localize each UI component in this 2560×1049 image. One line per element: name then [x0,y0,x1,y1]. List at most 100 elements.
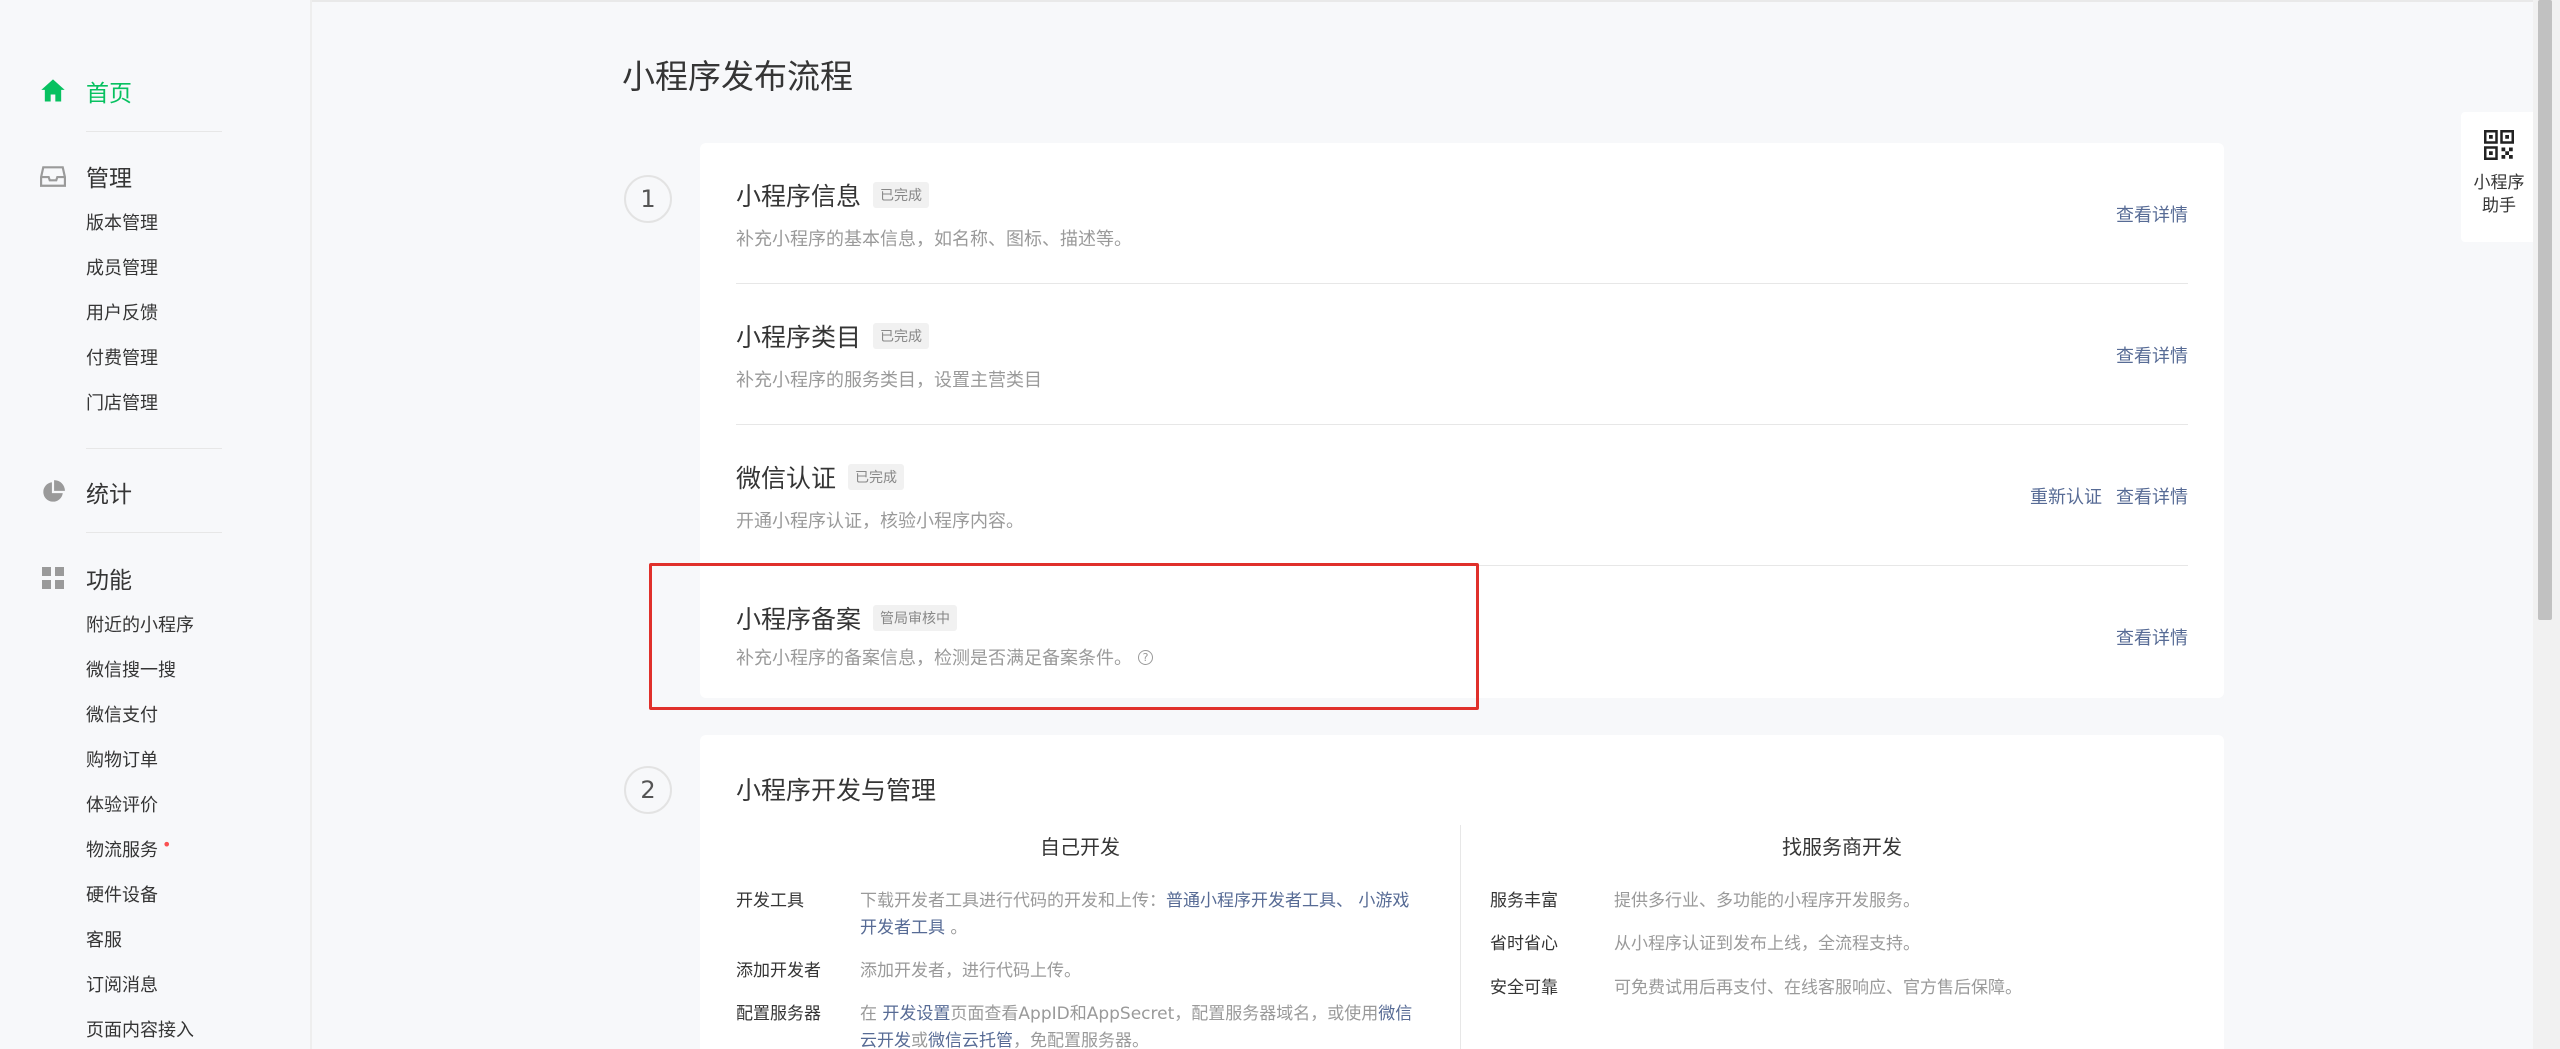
scrollbar-thumb[interactable] [2538,0,2552,620]
sidebar-item-payment[interactable]: 付费管理 [86,336,312,381]
status-badge: 已完成 [873,323,930,349]
row-description: 补充小程序的备案信息，检测是否满足备案条件。 ? [736,644,1153,670]
sidebar-item-features[interactable]: 功能 [0,553,312,603]
sidebar-divider [86,131,222,132]
kv-dev-tools: 开发工具 下载开发者工具进行代码的开发和上传：普通小程序开发者工具、 小游戏 开发… [736,888,1436,942]
sidebar-item-reviews[interactable]: 体验评价 [86,783,312,828]
sidebar-item-wxpay[interactable]: 微信支付 [86,693,312,738]
sidebar-item-nearby[interactable]: 附近的小程序 [86,603,312,648]
dev-settings-link[interactable]: 开发设置 [882,1004,950,1024]
view-details-link[interactable]: 查看详情 [2116,624,2188,650]
kv-key: 配置服务器 [736,1004,821,1024]
kv-value: 提供多行业、多功能的小程序开发服务。 [1614,891,1920,911]
kv-text: ，免配置服务器。 [1013,1031,1149,1049]
kv-key: 省时省心 [1490,934,1558,954]
kv-server-config: 配置服务器 在 开发设置页面查看AppID和AppSecret，配置服务器域名，… [736,1001,1436,1049]
row-title: 微信认证 已完成 [736,459,905,495]
step-row-verification: 微信认证 已完成 开通小程序认证，核验小程序内容。 重新认证 查看详情 [736,425,2188,566]
sidebar-item-content[interactable]: 页面内容接入 [86,1008,312,1049]
top-border [0,0,2533,2]
nav-stats: 统计 [0,467,312,517]
cloud-dev-link-cont[interactable]: 云开发 [860,1031,911,1049]
sidebar-item-logistics[interactable]: 物流服务 • [86,828,312,873]
reverify-link[interactable]: 重新认证 [2030,483,2102,509]
step-number: 2 [624,766,672,814]
sidebar-item-subscribe[interactable]: 订阅消息 [86,963,312,1008]
sidebar-item-search[interactable]: 微信搜一搜 [86,648,312,693]
view-details-link[interactable]: 查看详情 [2116,201,2188,227]
sidebar-item-label: 首页 [86,81,132,107]
provider-dev-heading: 找服务商开发 [1782,835,1902,859]
kv-add-dev: 添加开发者 添加开发者，进行代码上传。 [736,958,1436,985]
row-title-text: 微信认证 [736,464,837,493]
app-root: 首页 管理 版本管理 成员管理 用户反馈 付费管理 门店管理 统计 功能 附近的… [0,0,2560,1049]
status-badge: 已完成 [848,464,905,490]
qr-code-icon [2484,130,2514,164]
kv-rich-service: 服务丰富 提供多行业、多功能的小程序开发服务。 [1490,888,2210,915]
kv-value: 可免费试用后再支付、在线客服响应、官方售后保障。 [1614,978,2022,998]
step1-card: 小程序信息 已完成 补充小程序的基本信息，如名称、图标、描述等。 查看详情 小程… [700,143,2224,698]
sidebar-item-label: 功能 [86,568,132,594]
nav-features: 功能 附近的小程序 微信搜一搜 微信支付 购物订单 体验评价 物流服务 • 硬件设… [0,553,312,1049]
column-divider [1460,825,1461,1049]
sidebar-item-members[interactable]: 成员管理 [86,246,312,291]
row-title: 小程序类目 已完成 [736,318,930,354]
row-title: 小程序信息 已完成 [736,177,930,213]
row-description: 开通小程序认证，核验小程序内容。 [736,511,1024,532]
new-dot: • [162,835,172,854]
kv-value: 添加开发者，进行代码上传。 [860,961,1081,981]
devtools-link[interactable]: 普通小程序开发者工具 [1166,891,1336,911]
sidebar-item-store[interactable]: 门店管理 [86,381,312,426]
manage-submenu: 版本管理 成员管理 用户反馈 付费管理 门店管理 [0,201,312,426]
row-links: 查看详情 [2116,342,2188,368]
step2-card: 小程序开发与管理 自己开发 找服务商开发 开发工具 下载开发者工具进行代码的开发… [700,735,2224,1049]
kv-value: 从小程序认证到发布上线，全流程支持。 [1614,934,1920,954]
features-submenu: 附近的小程序 微信搜一搜 微信支付 购物订单 体验评价 物流服务 • 硬件设备 客… [0,603,312,1049]
helper-label: 小程序助手 [2473,173,2525,216]
sidebar-divider [86,448,222,449]
kv-value: 在 开发设置页面查看AppID和AppSecret，配置服务器域名，或使用微信云… [860,1001,1412,1049]
kv-value: 下载开发者工具进行代码的开发和上传：普通小程序开发者工具、 小游戏 开发者工具 。 [860,888,1409,942]
view-details-link[interactable]: 查看详情 [2116,342,2188,368]
row-links: 查看详情 [2116,201,2188,227]
sidebar-item-label: 管理 [86,166,132,192]
sidebar-item-customer-service[interactable]: 客服 [86,918,312,963]
step-number: 1 [624,175,672,223]
row-description: 补充小程序的基本信息，如名称、图标、描述等。 [736,229,1132,250]
kv-text: 下载开发者工具进行代码的开发和上传： [860,891,1166,911]
kv-save-time: 省时省心 从小程序认证到发布上线，全流程支持。 [1490,931,2210,958]
row-description-text: 补充小程序的备案信息，检测是否满足备案条件。 [736,648,1132,669]
sidebar-item-label: 物流服务 [86,840,158,861]
game-devtools-link[interactable]: 小游戏 [1358,891,1409,911]
kv-text: 。 [950,918,968,938]
kv-key: 服务丰富 [1490,891,1558,911]
cloud-hosting-link[interactable]: 微信云托管 [928,1031,1013,1049]
home-icon [38,76,68,106]
game-devtools-link-cont[interactable]: 开发者工具 [860,918,945,938]
status-badge: 已完成 [873,182,930,208]
sidebar-item-version[interactable]: 版本管理 [86,201,312,246]
section-title: 小程序开发与管理 [736,776,937,805]
pie-chart-icon [38,477,68,507]
self-dev-heading: 自己开发 [1040,835,1120,859]
sidebar-item-feedback[interactable]: 用户反馈 [86,291,312,336]
view-details-link[interactable]: 查看详情 [2116,483,2188,509]
cloud-dev-link[interactable]: 微信 [1378,1004,1412,1024]
nav-home: 首页 [0,66,312,116]
mini-program-assistant[interactable]: 小程序助手 [2461,112,2537,242]
kv-text: 或 [911,1031,928,1049]
sidebar-item-orders[interactable]: 购物订单 [86,738,312,783]
kv-key: 安全可靠 [1490,978,1558,998]
sidebar-item-hardware[interactable]: 硬件设备 [86,873,312,918]
sidebar-item-manage[interactable]: 管理 [0,151,312,201]
row-links: 查看详情 [2116,624,2188,650]
kv-text: 页面查看AppID和AppSecret，配置服务器域名，或使用 [950,1004,1379,1024]
help-icon[interactable]: ? [1138,649,1153,665]
step-row-info: 小程序信息 已完成 补充小程序的基本信息，如名称、图标、描述等。 查看详情 [736,143,2188,284]
step-row-category: 小程序类目 已完成 补充小程序的服务类目，设置主营类目 查看详情 [736,284,2188,425]
kv-key: 开发工具 [736,891,804,911]
sidebar-item-stats[interactable]: 统计 [0,467,312,517]
row-title: 小程序备案 管局审核中 [736,600,958,636]
page-title: 小程序发布流程 [622,57,853,96]
sidebar-item-home[interactable]: 首页 [0,66,312,116]
